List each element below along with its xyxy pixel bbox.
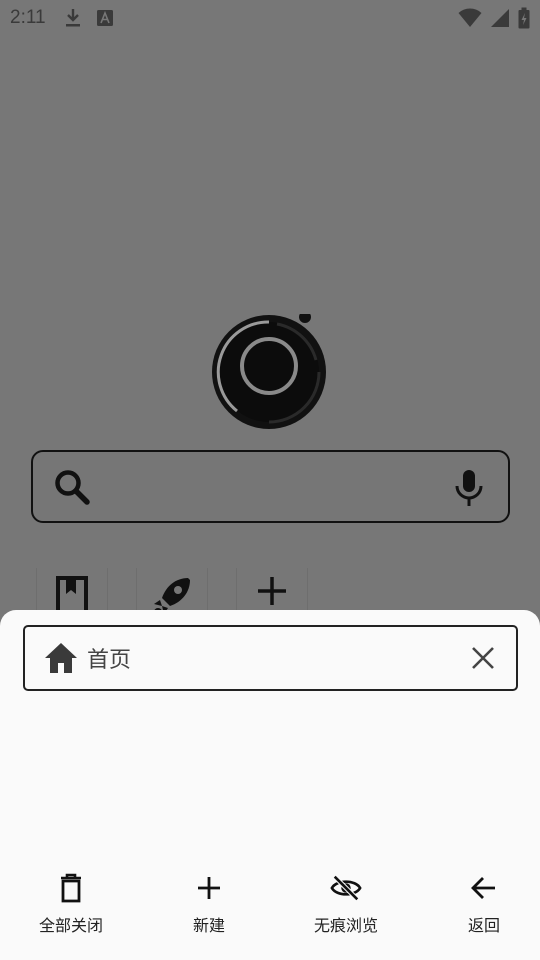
eye-off-icon: [330, 875, 362, 901]
plus-icon: [258, 577, 286, 605]
home-icon: [45, 643, 77, 673]
download-icon: [65, 9, 80, 27]
app-logo: [212, 311, 328, 430]
new-tab-button[interactable]: 新建: [154, 872, 264, 936]
close-icon: [472, 647, 494, 669]
search-icon[interactable]: [53, 468, 91, 506]
back-label: 返回: [467, 916, 500, 935]
battery-icon: [518, 7, 530, 29]
arrow-left-icon: [471, 877, 495, 899]
tab-close-button[interactable]: [468, 643, 498, 673]
close-all-label: 全部关闭: [38, 916, 103, 935]
status-time: 2:11: [10, 7, 46, 28]
tab-title: 首页: [87, 648, 132, 673]
plus-icon: [198, 877, 220, 899]
wifi-icon: [458, 8, 482, 27]
status-bar: 2:11: [0, 0, 540, 36]
new-tab-label: 新建: [192, 916, 225, 935]
search-bar[interactable]: [31, 450, 510, 523]
incognito-label: 无痕浏览: [313, 916, 378, 935]
close-all-button[interactable]: 全部关闭: [16, 872, 126, 936]
back-button[interactable]: 返回: [429, 872, 539, 936]
mic-icon[interactable]: [452, 468, 486, 508]
signal-icon: [491, 9, 509, 27]
tabs-sheet: 首页 全部关闭 新建 无痕浏览 返回: [0, 610, 540, 960]
trash-icon: [61, 873, 81, 903]
tab-card[interactable]: 首页: [23, 625, 518, 691]
tab-actions-bar: 全部关闭 新建 无痕浏览 返回: [0, 872, 540, 952]
incognito-button[interactable]: 无痕浏览: [291, 872, 401, 936]
font-icon: [96, 10, 113, 26]
